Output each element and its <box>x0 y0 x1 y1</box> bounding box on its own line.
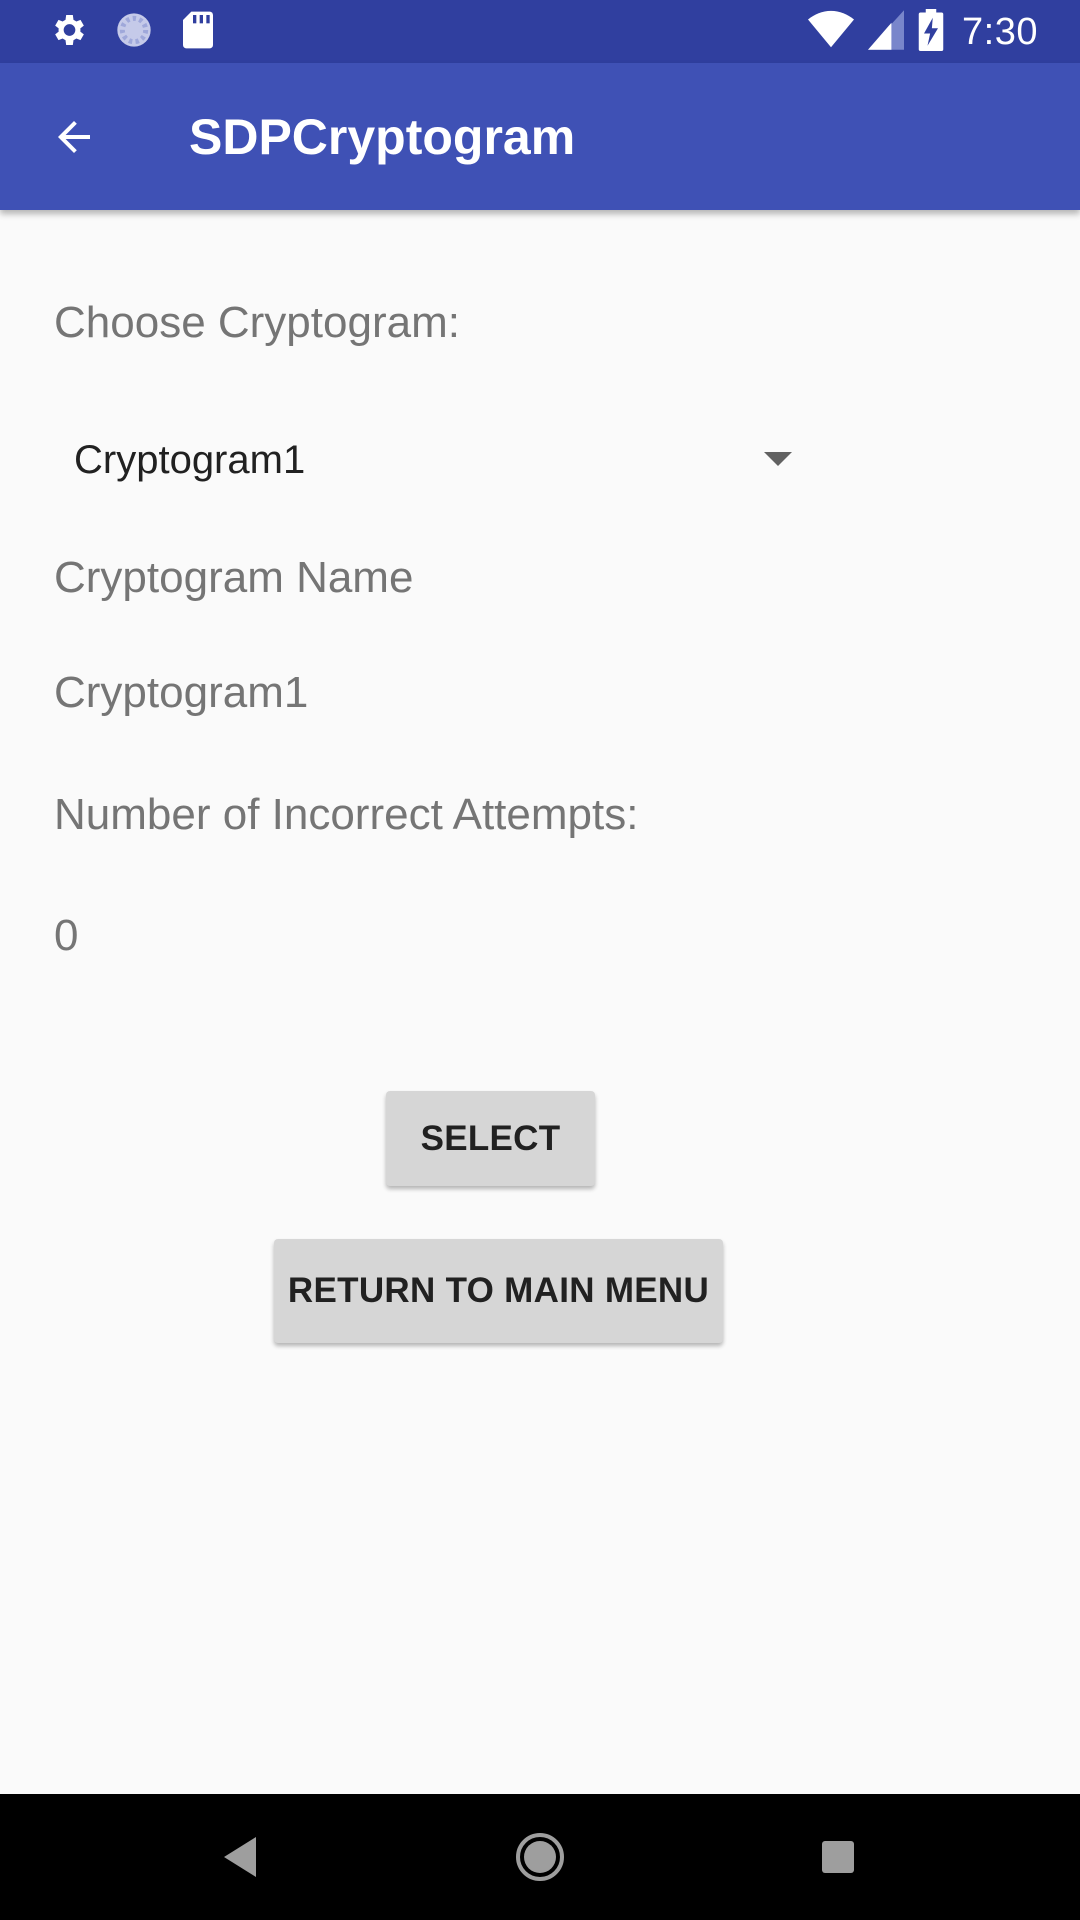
choose-cryptogram-label: Choose Cryptogram: <box>54 298 460 347</box>
nav-home-button[interactable] <box>495 1822 585 1892</box>
select-button[interactable]: SELECT <box>386 1091 595 1186</box>
incorrect-attempts-value: 0 <box>54 911 79 960</box>
status-bar: 7:30 <box>0 0 1080 63</box>
cryptogram-spinner[interactable]: Cryptogram1 <box>54 420 804 502</box>
nav-home-icon <box>516 1833 564 1881</box>
nav-bar <box>0 1794 1080 1920</box>
app-bar: SDPCryptogram <box>0 63 1080 210</box>
dropdown-arrow-icon <box>764 452 792 466</box>
wifi-icon <box>808 10 855 55</box>
spinner-selected-value: Cryptogram1 <box>74 438 306 482</box>
return-to-main-menu-button[interactable]: RETURN TO MAIN MENU <box>274 1239 723 1343</box>
arrow-back-icon <box>58 121 90 153</box>
nav-recents-button[interactable] <box>793 1822 883 1892</box>
sd-card-icon <box>180 10 216 55</box>
app-title: SDPCryptogram <box>189 109 576 165</box>
nav-recents-icon <box>822 1841 854 1873</box>
cryptogram-name-value: Cryptogram1 <box>54 668 309 717</box>
sync-icon <box>114 10 154 55</box>
back-button[interactable] <box>30 101 118 173</box>
screen: 7:30 SDPCryptogram Choose Cryptogram: Cr… <box>0 0 1080 1920</box>
nav-back-icon <box>224 1837 256 1877</box>
battery-charging-icon <box>918 8 944 56</box>
signal-icon <box>868 9 905 55</box>
status-time: 7:30 <box>962 10 1038 53</box>
gear-icon <box>48 10 88 55</box>
nav-back-button[interactable] <box>195 1822 285 1892</box>
status-left-icons <box>48 10 242 55</box>
incorrect-attempts-label: Number of Incorrect Attempts: <box>54 790 639 839</box>
cryptogram-name-label: Cryptogram Name <box>54 553 414 602</box>
status-right-icons: 7:30 <box>794 8 1038 56</box>
